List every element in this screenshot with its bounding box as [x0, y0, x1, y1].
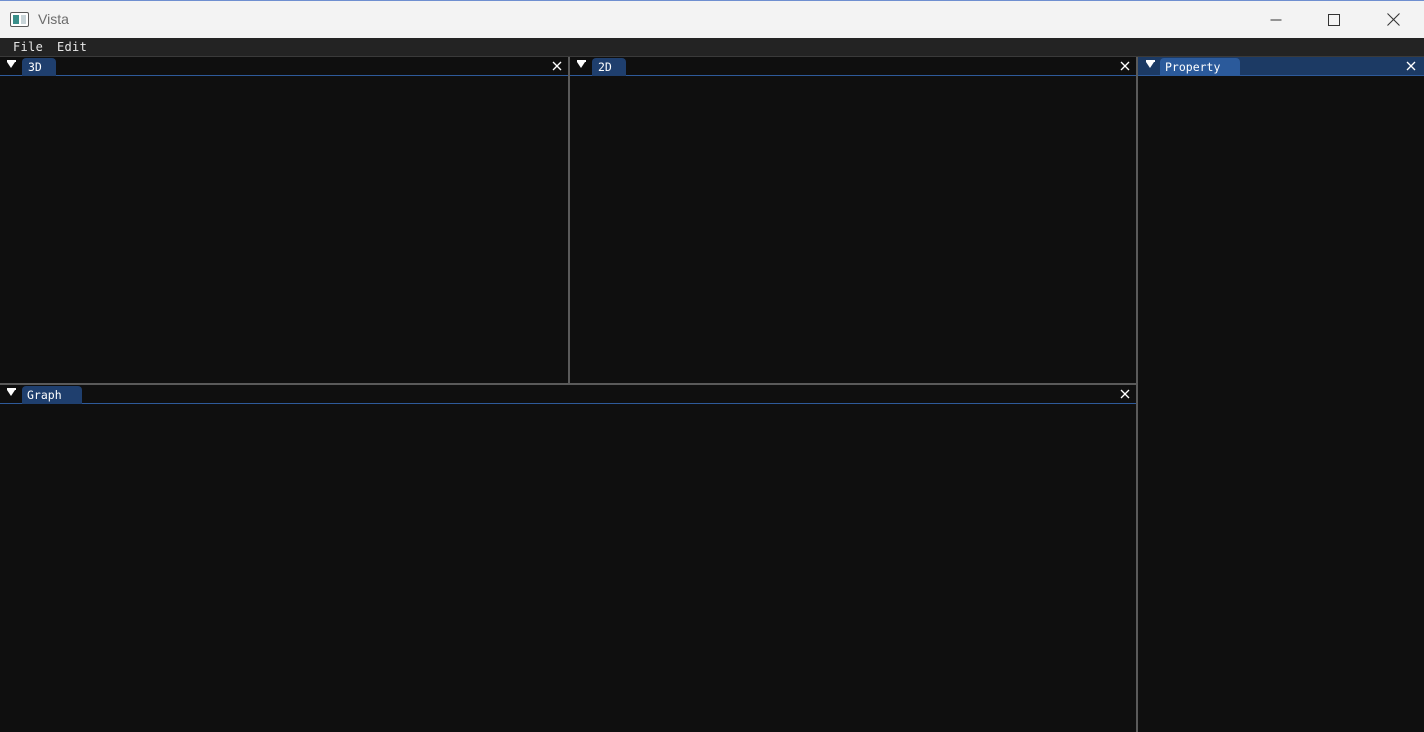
collapse-arrow-icon[interactable]	[6, 60, 16, 68]
panel-property[interactable]: Property	[1138, 57, 1424, 732]
close-icon[interactable]	[1119, 388, 1131, 400]
close-window-button[interactable]	[1364, 1, 1422, 38]
tab-2d[interactable]: 2D	[592, 58, 626, 76]
panel-2d-header: 2D	[570, 57, 1136, 76]
tab-graph[interactable]: Graph	[22, 386, 82, 404]
maximize-button[interactable]	[1305, 1, 1363, 38]
menu-file[interactable]: File	[13, 40, 43, 54]
collapse-arrow-icon[interactable]	[6, 388, 16, 396]
menu-edit[interactable]: Edit	[57, 40, 87, 54]
window-titlebar[interactable]: Vista	[0, 0, 1424, 38]
close-icon[interactable]	[1405, 60, 1417, 72]
panel-property-content[interactable]	[1138, 76, 1424, 732]
collapse-arrow-icon[interactable]	[1145, 60, 1155, 68]
minimize-button[interactable]	[1247, 1, 1305, 38]
panel-3d-viewport[interactable]	[0, 76, 568, 383]
app-icon	[10, 12, 29, 27]
window-title: Vista	[38, 11, 69, 27]
close-icon	[1386, 13, 1400, 26]
tab-3d[interactable]: 3D	[22, 58, 56, 76]
maximize-icon	[1328, 13, 1340, 26]
panel-graph[interactable]: Graph	[0, 385, 1136, 732]
minimize-icon	[1270, 19, 1282, 20]
close-icon[interactable]	[1119, 60, 1131, 72]
collapse-arrow-icon[interactable]	[576, 60, 586, 68]
panel-2d[interactable]: 2D	[570, 57, 1136, 383]
panel-2d-viewport[interactable]	[570, 76, 1136, 383]
menu-bar: File Edit	[0, 38, 1424, 57]
close-icon[interactable]	[551, 60, 563, 72]
panel-3d-header: 3D	[0, 57, 568, 76]
panel-graph-header: Graph	[0, 385, 1136, 404]
panel-property-header: Property	[1138, 57, 1424, 76]
tab-property[interactable]: Property	[1160, 58, 1241, 76]
panel-3d[interactable]: 3D	[0, 57, 568, 383]
panel-graph-canvas[interactable]	[0, 404, 1136, 732]
